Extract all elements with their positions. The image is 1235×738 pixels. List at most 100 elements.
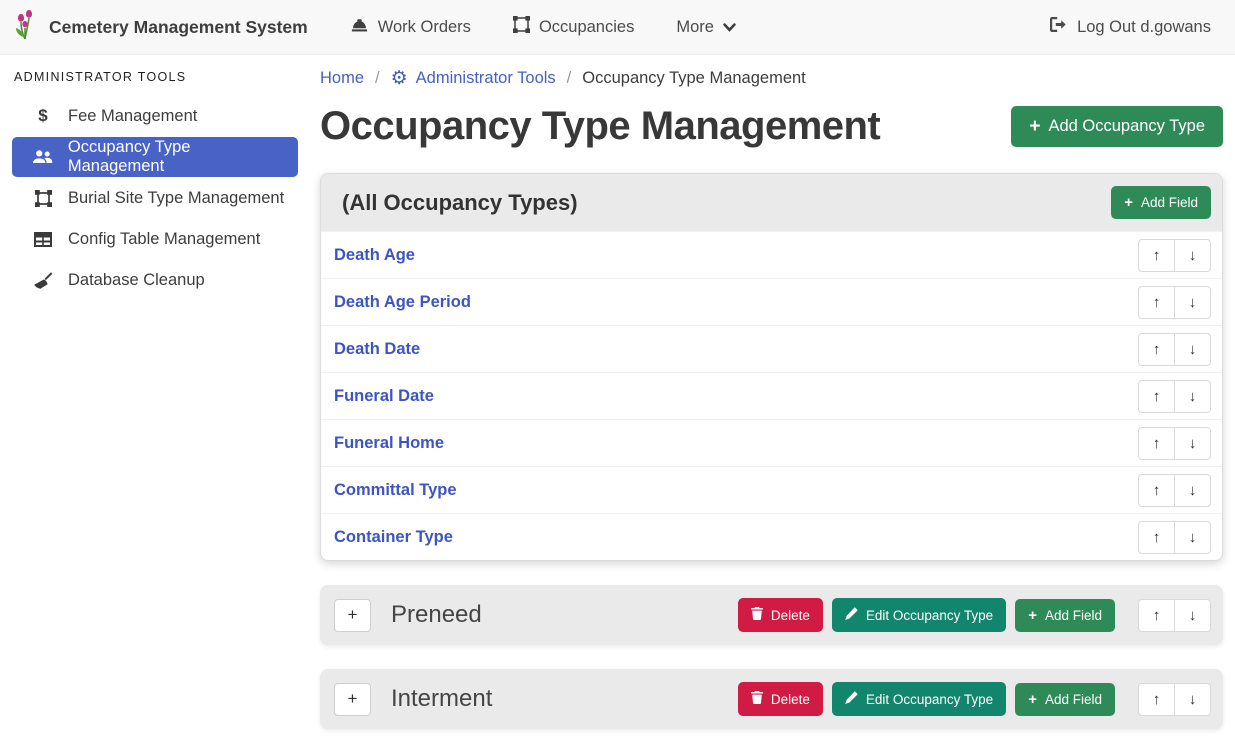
section-title: Preneed [391, 601, 482, 629]
move-up-button[interactable]: ↑ [1138, 521, 1175, 554]
trash-icon [751, 691, 763, 707]
field-link-death-age[interactable]: Death Age [334, 246, 415, 265]
field-row: Death Age Period ↑ ↓ [321, 278, 1222, 325]
delete-button[interactable]: Delete [738, 598, 823, 632]
move-down-button[interactable]: ↓ [1174, 521, 1211, 554]
move-down-button[interactable]: ↓ [1174, 286, 1211, 319]
sidebar-item-label: Fee Management [68, 107, 197, 126]
reorder-controls: ↑ ↓ [1138, 599, 1211, 632]
delete-button[interactable]: Delete [738, 682, 823, 716]
sidebar-item-label: Database Cleanup [68, 271, 205, 290]
move-up-button[interactable]: ↑ [1138, 599, 1175, 632]
breadcrumb-admin-tools-link[interactable]: ⚙ Administrator Tools [391, 69, 556, 88]
plus-icon: + [348, 605, 358, 625]
plus-icon: + [1028, 692, 1037, 707]
sidebar-item-config-table-management[interactable]: Config Table Management [12, 219, 298, 259]
arrow-up-icon: ↑ [1153, 247, 1161, 264]
arrow-down-icon: ↓ [1189, 482, 1197, 499]
move-up-button[interactable]: ↑ [1138, 427, 1175, 460]
move-down-button[interactable]: ↓ [1174, 474, 1211, 507]
arrow-up-icon: ↑ [1153, 691, 1161, 708]
field-link-funeral-date[interactable]: Funeral Date [334, 387, 434, 406]
title-row: Occupancy Type Management + Add Occupanc… [320, 104, 1223, 149]
arrow-down-icon: ↓ [1189, 691, 1197, 708]
field-row: Funeral Date ↑ ↓ [321, 372, 1222, 419]
nav-work-orders[interactable]: Work Orders [350, 17, 471, 38]
nav-more[interactable]: More [676, 18, 736, 37]
users-icon [31, 150, 55, 164]
move-up-button[interactable]: ↑ [1138, 474, 1175, 507]
edit-occupancy-type-button[interactable]: Edit Occupancy Type [832, 598, 1006, 632]
add-occupancy-type-button[interactable]: + Add Occupancy Type [1011, 106, 1223, 147]
nav-work-orders-label: Work Orders [378, 18, 471, 37]
sidebar-item-burial-site-type-management[interactable]: Burial Site Type Management [12, 178, 298, 218]
edit-label: Edit Occupancy Type [866, 608, 993, 623]
breadcrumb-admin-tools-label: Administrator Tools [416, 69, 556, 88]
section-title: Interment [391, 685, 492, 713]
sidebar-item-label: Config Table Management [68, 230, 260, 249]
vector-square-icon [31, 190, 55, 207]
field-link-funeral-home[interactable]: Funeral Home [334, 434, 444, 453]
nav-more-label: More [676, 18, 714, 37]
move-down-button[interactable]: ↓ [1174, 427, 1211, 460]
move-down-button[interactable]: ↓ [1174, 333, 1211, 366]
nav-occupancies[interactable]: Occupancies [513, 16, 634, 38]
plus-icon: + [1028, 608, 1037, 623]
sidebar-item-occupancy-type-management[interactable]: Occupancy Type Management [12, 137, 298, 177]
sidebar-item-fee-management[interactable]: $ Fee Management [12, 96, 298, 136]
pencil-icon [845, 607, 858, 623]
breadcrumb-separator: / [375, 69, 380, 88]
field-link-committal-type[interactable]: Committal Type [334, 481, 457, 500]
panel-title: (All Occupancy Types) [342, 190, 578, 216]
move-down-button[interactable]: ↓ [1174, 599, 1211, 632]
trash-icon [751, 607, 763, 623]
app-title: Cemetery Management System [49, 17, 308, 38]
move-up-button[interactable]: ↑ [1138, 286, 1175, 319]
move-down-button[interactable]: ↓ [1174, 683, 1211, 716]
breadcrumb-home-link[interactable]: Home [320, 69, 364, 88]
sidebar-item-label: Occupancy Type Management [68, 138, 290, 176]
arrow-up-icon: ↑ [1153, 607, 1161, 624]
panel-add-field-button[interactable]: + Add Field [1111, 186, 1211, 219]
breadcrumb: Home / ⚙ Administrator Tools / Occupancy… [320, 69, 1223, 88]
move-up-button[interactable]: ↑ [1138, 333, 1175, 366]
occupancy-type-section-preneed: + Preneed Delete [320, 585, 1223, 645]
arrow-up-icon: ↑ [1153, 388, 1161, 405]
field-link-death-date[interactable]: Death Date [334, 340, 420, 359]
app-brand[interactable]: Cemetery Management System [12, 9, 308, 45]
move-up-button[interactable]: ↑ [1138, 380, 1175, 413]
breadcrumb-current: Occupancy Type Management [582, 69, 806, 88]
edit-occupancy-type-button[interactable]: Edit Occupancy Type [832, 682, 1006, 716]
sidebar-item-database-cleanup[interactable]: Database Cleanup [12, 260, 298, 300]
add-field-label: Add Field [1045, 692, 1102, 707]
arrow-down-icon: ↓ [1189, 435, 1197, 452]
sidebar: ADMINISTRATOR TOOLS $ Fee Management Occ… [0, 55, 310, 738]
section-actions: Delete Edit Occupancy Type + Add Field ↑ [738, 598, 1211, 632]
logout-button[interactable]: Log Out d.gowans [1050, 17, 1211, 37]
plus-icon: + [1029, 117, 1040, 136]
expand-button[interactable]: + [334, 683, 371, 716]
move-down-button[interactable]: ↓ [1174, 380, 1211, 413]
section-add-field-button[interactable]: + Add Field [1015, 599, 1115, 632]
section-add-field-button[interactable]: + Add Field [1015, 683, 1115, 716]
logout-label: Log Out d.gowans [1077, 18, 1211, 37]
dollar-icon: $ [31, 106, 55, 126]
add-occupancy-type-label: Add Occupancy Type [1048, 117, 1205, 136]
reorder-controls: ↑ ↓ [1138, 521, 1211, 554]
delete-label: Delete [771, 608, 810, 623]
sidebar-heading: ADMINISTRATOR TOOLS [14, 70, 298, 84]
arrow-down-icon: ↓ [1189, 341, 1197, 358]
reorder-controls: ↑ ↓ [1138, 427, 1211, 460]
move-up-button[interactable]: ↑ [1138, 239, 1175, 272]
breadcrumb-separator: / [567, 69, 572, 88]
expand-button[interactable]: + [334, 599, 371, 632]
move-down-button[interactable]: ↓ [1174, 239, 1211, 272]
arrow-down-icon: ↓ [1189, 247, 1197, 264]
field-row: Funeral Home ↑ ↓ [321, 419, 1222, 466]
field-link-death-age-period[interactable]: Death Age Period [334, 293, 471, 312]
field-link-container-type[interactable]: Container Type [334, 528, 453, 547]
arrow-up-icon: ↑ [1153, 435, 1161, 452]
edit-label: Edit Occupancy Type [866, 692, 993, 707]
field-row: Death Date ↑ ↓ [321, 325, 1222, 372]
move-up-button[interactable]: ↑ [1138, 683, 1175, 716]
